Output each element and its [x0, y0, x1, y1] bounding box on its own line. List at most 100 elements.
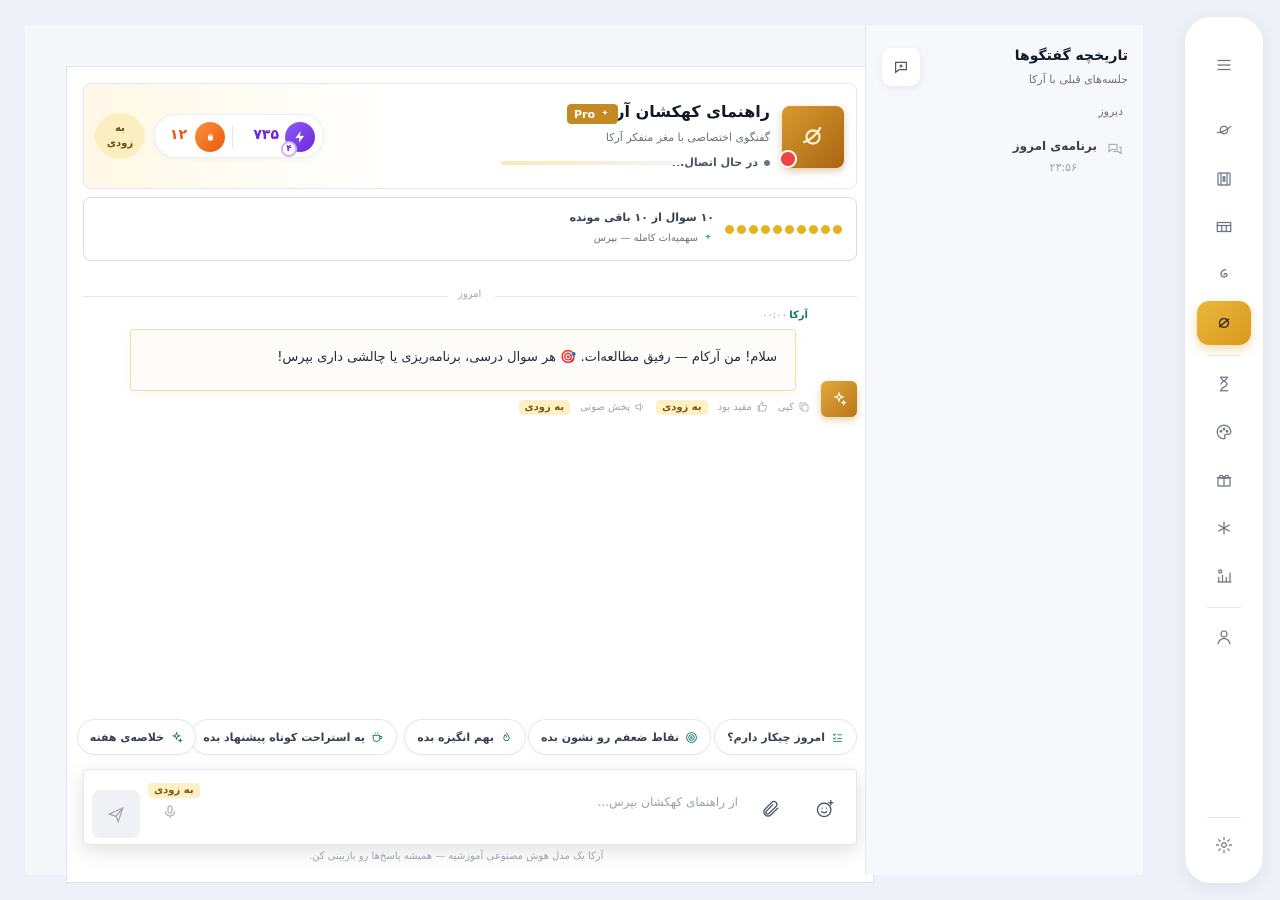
suggestion-chip[interactable]: نقاط ضعفم رو نشون بده [527, 719, 711, 755]
audio-playback-button[interactable]: پخش صوتی [580, 401, 646, 413]
connection-status-text: در حال اتصال... [671, 156, 758, 169]
suggestion-label: امروز چیکار دارم؟ [727, 730, 825, 744]
helpful-label: مفید بود [717, 401, 752, 413]
quota-title: ۱۰ سوال از ۱۰ باقی مونده [569, 211, 714, 224]
sparkles-icon [602, 109, 608, 116]
sparkles-icon [705, 233, 711, 240]
emoji-add-icon [816, 800, 834, 818]
ai-disclaimer: آرکا یک مدل هوش مصنوعی آموزشیه — همیشه پ… [309, 851, 604, 862]
flame-icon [503, 731, 510, 741]
paperclip-icon [763, 800, 779, 817]
day-separator: امروز [83, 289, 857, 303]
quota-subtitle-text: سهمیه‌ات کامله — بپرس [593, 232, 698, 244]
stats-pill: ۴ ۷۳۵ ۱۲ [154, 114, 324, 158]
xp-value: ۷۳۵ [253, 127, 279, 143]
status-dot [764, 159, 770, 166]
message-input[interactable] [268, 790, 738, 814]
quota-dots [725, 225, 842, 234]
assistant-title: راهنمای کهکشان آرکا [600, 102, 770, 121]
assistant-subtitle: گفتگوی اختصاصی با مغز متفکر آرکا [605, 131, 770, 144]
planet-icon [1216, 125, 1232, 135]
quota-card: ۱۰ سوال از ۱۰ باقی مونده سهمیه‌ات کامله … [83, 197, 857, 261]
new-chat-button[interactable] [882, 48, 920, 86]
assistant-message-bubble: سلام! من آرکام — رفیق مطالعه‌ات. 🎯 هر سو… [130, 329, 796, 391]
coming-soon-tag: به زودی [518, 399, 571, 415]
gift-icon [1216, 474, 1232, 487]
assistant-planet-icon [1218, 317, 1230, 329]
spiral-icon [1220, 269, 1228, 278]
asterisk-icon [1218, 521, 1230, 535]
rail-item-games[interactable] [1197, 410, 1251, 454]
rail-item-boards[interactable] [1197, 205, 1251, 249]
quota-subtitle: سهمیه‌ات کامله — بپرس [594, 232, 714, 244]
message-composer: به زودی [83, 769, 857, 845]
message-author: آرکا [789, 310, 808, 321]
quota-dot [749, 225, 758, 234]
speaker-icon [635, 402, 644, 412]
suggestion-label: نقاط ضعفم رو نشون بده [540, 730, 679, 744]
send-button[interactable] [92, 790, 140, 838]
user-icon [1217, 630, 1231, 645]
settings-button[interactable] [1197, 823, 1251, 867]
copy-label: کپی [777, 401, 794, 413]
suggestion-label: یه استراحت کوتاه پیشنهاد بده [203, 730, 365, 744]
connection-progress-bar [501, 161, 681, 165]
gear-icon [1215, 836, 1233, 854]
assistant-message-avatar [821, 381, 857, 417]
rail-item-timer[interactable] [1197, 362, 1251, 406]
target-icon [686, 731, 697, 743]
quota-dot [821, 225, 830, 234]
history-item-title: برنامه‌ی امروز [1012, 139, 1097, 153]
helpful-button[interactable]: مفید بود [718, 401, 768, 413]
suggestion-chip[interactable]: بهم انگیزه بده [404, 719, 526, 755]
rail-item-profile[interactable] [1197, 615, 1251, 659]
audio-label: پخش صوتی [580, 401, 631, 413]
menu-icon [1217, 59, 1231, 71]
sparkles-icon [171, 730, 183, 743]
connection-status: در حال اتصال... [672, 156, 770, 169]
separator-line [495, 296, 857, 297]
chat-panel: راهنمای کهکشان آرکا Pro گفتگوی اختصاصی ب… [66, 66, 874, 883]
coming-soon-badge: به زودی [95, 113, 145, 159]
suggestion-label: خلاصه‌ی هفته [89, 730, 164, 744]
bar-chart-icon [1217, 569, 1232, 583]
quota-dot [785, 225, 794, 234]
main-panel-backdrop: راهنمای کهکشان آرکا Pro گفتگوی اختصاصی ب… [25, 25, 874, 883]
quota-dot [833, 225, 842, 234]
pro-label: Pro [573, 107, 595, 121]
send-icon [107, 806, 124, 823]
rail-item-assistant[interactable] [1197, 301, 1251, 345]
rail-item-galaxy[interactable] [1197, 108, 1251, 152]
rail-divider [1207, 607, 1241, 608]
copy-button[interactable]: کپی [778, 401, 810, 413]
rail-divider [1207, 817, 1241, 818]
day-label: امروز [458, 289, 482, 300]
history-panel: تاریخچه گفتگوها جلسه‌های قبلی با آرکا دی… [865, 25, 1143, 875]
history-item[interactable]: برنامه‌ی امروز ۲۳:۵۶ [1013, 137, 1123, 181]
message-actions: کپی مفید بود به زودی پخش صوتی به زودی [518, 397, 811, 417]
rail-item-stats[interactable] [1197, 554, 1251, 598]
microphone-button[interactable] [160, 802, 180, 822]
quota-dot [737, 225, 746, 234]
copy-icon [799, 402, 809, 412]
message-text: سلام! من آرکام — رفیق مطالعه‌ات. 🎯 هر سو… [277, 350, 777, 365]
rail-item-explore[interactable] [1197, 506, 1251, 550]
pro-badge: Pro [566, 104, 618, 124]
quota-dot [725, 225, 734, 234]
attach-button[interactable] [758, 796, 784, 822]
chat-bubbles-icon [1107, 141, 1123, 161]
rail-item-rewards[interactable] [1197, 458, 1251, 502]
rail-item-spiral[interactable] [1197, 253, 1251, 297]
suggestion-label: بهم انگیزه بده [417, 730, 494, 744]
history-item-time: ۲۳:۵۶ [1049, 161, 1077, 174]
emoji-button[interactable] [812, 796, 838, 822]
quota-dot [809, 225, 818, 234]
suggestion-chip[interactable]: خلاصه‌ی هفته [77, 719, 196, 755]
suggestion-chip[interactable]: یه استراحت کوتاه پیشنهاد بده [190, 719, 397, 755]
history-subtitle: جلسه‌های قبلی با آرکا [1028, 73, 1128, 86]
streak-value: ۱۲ [169, 127, 187, 143]
stats-divider [232, 126, 233, 148]
suggestion-chip[interactable]: امروز چیکار دارم؟ [714, 719, 857, 755]
rail-item-library[interactable] [1197, 157, 1251, 201]
menu-button[interactable] [1197, 43, 1251, 87]
